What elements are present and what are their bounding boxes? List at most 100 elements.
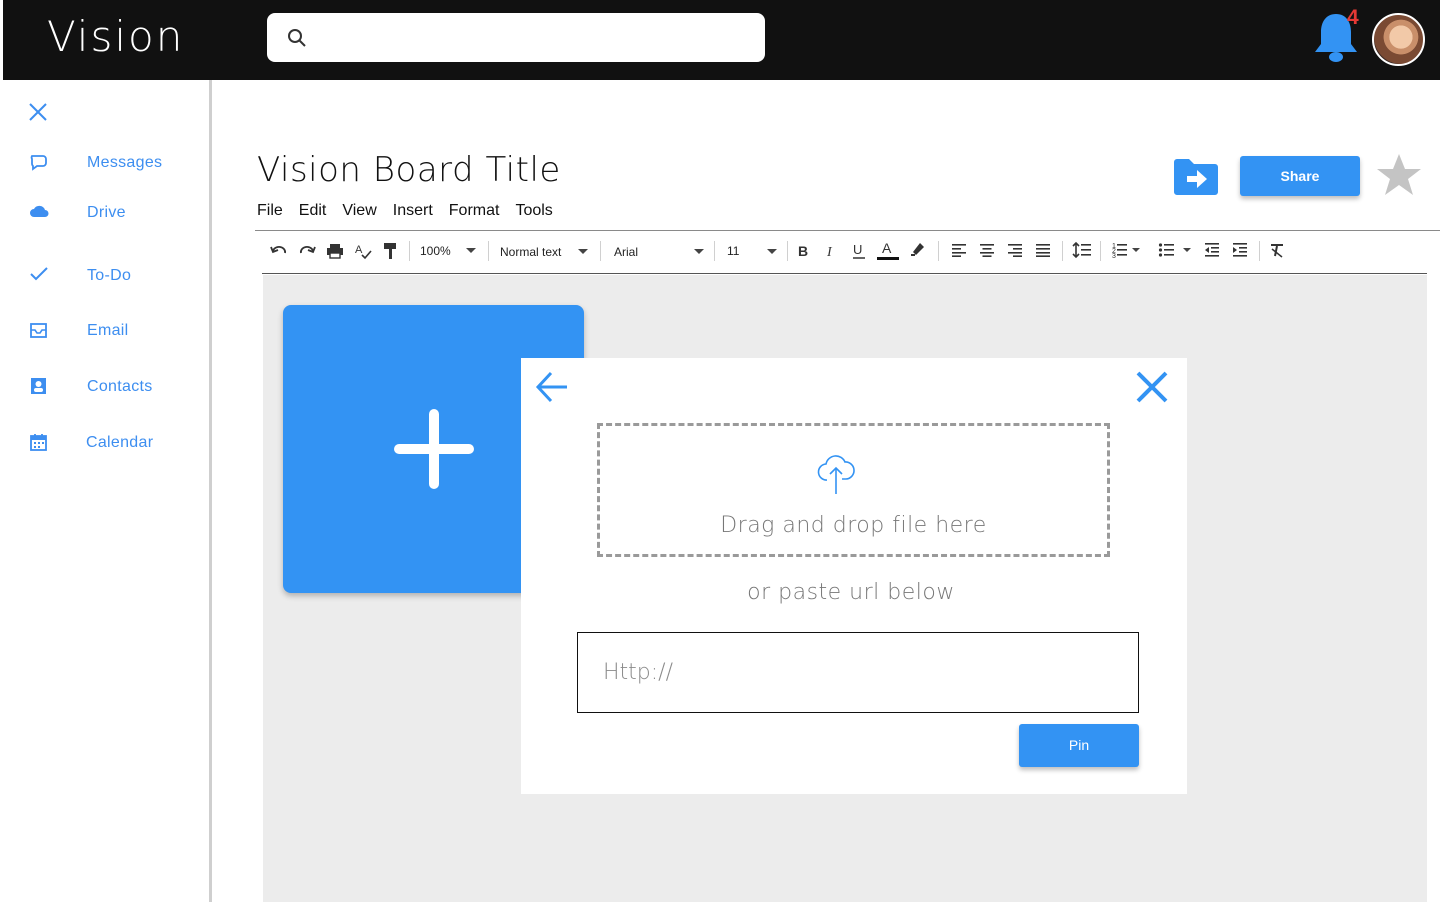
menu-edit[interactable]: Edit xyxy=(299,202,327,220)
decrease-indent-icon[interactable] xyxy=(1204,242,1220,258)
toolbar-separator xyxy=(1062,241,1063,261)
move-to-folder-icon[interactable] xyxy=(1172,156,1220,196)
search-icon xyxy=(288,29,306,47)
menu-view[interactable]: View xyxy=(342,202,376,220)
paragraph-style-value: Normal text xyxy=(500,245,562,259)
sidebar-item-label: Drive xyxy=(87,204,126,221)
dropdown-arrow-icon xyxy=(578,249,588,254)
sidebar-item-calendar[interactable]: Calendar xyxy=(0,429,209,459)
menu-file[interactable]: File xyxy=(257,202,283,220)
svg-text:3: 3 xyxy=(1112,253,1116,259)
toolbar-separator xyxy=(1100,241,1101,261)
svg-text:A: A xyxy=(355,244,363,256)
chat-icon xyxy=(30,155,47,171)
svg-text:I: I xyxy=(826,245,833,259)
pin-button[interactable]: Pin xyxy=(1019,724,1139,767)
font-value: Arial xyxy=(614,245,639,259)
sidebar-item-contacts[interactable]: Contacts xyxy=(0,373,209,403)
toolbar-separator xyxy=(600,241,601,261)
sidebar-item-label: To-Do xyxy=(87,267,132,284)
close-sidebar-icon[interactable] xyxy=(28,102,48,122)
underline-icon[interactable]: U xyxy=(852,242,866,260)
bulleted-list-icon[interactable] xyxy=(1158,241,1192,259)
logo-text: Vision xyxy=(47,12,185,61)
dropdown-arrow-icon xyxy=(466,248,476,253)
user-avatar[interactable] xyxy=(1372,13,1425,66)
search-bar[interactable] xyxy=(267,13,765,62)
sidebar-item-todo[interactable]: To-Do xyxy=(0,262,209,292)
sidebar-item-messages[interactable]: Messages xyxy=(0,149,209,179)
spellcheck-icon[interactable]: A xyxy=(354,242,372,260)
toolbar-separator xyxy=(714,241,715,261)
menu-tools[interactable]: Tools xyxy=(515,202,552,220)
menu-bar: File Edit View Insert Format Tools xyxy=(257,202,569,220)
bold-icon[interactable]: B xyxy=(797,243,811,259)
file-drop-zone[interactable]: Drag and drop file here xyxy=(597,423,1110,557)
undo-icon[interactable] xyxy=(270,244,288,258)
svg-text:A: A xyxy=(882,240,892,256)
align-right-icon[interactable] xyxy=(1007,243,1023,257)
sidebar-item-label: Email xyxy=(87,322,129,339)
menu-insert[interactable]: Insert xyxy=(393,202,433,220)
sidebar-item-label: Calendar xyxy=(86,434,154,451)
document-title[interactable]: Vision Board Title xyxy=(257,150,561,190)
toolbar-separator xyxy=(1259,241,1260,261)
toolbar-divider xyxy=(262,273,1427,274)
svg-text:B: B xyxy=(798,243,808,259)
toolbar-separator xyxy=(938,241,939,261)
menu-format[interactable]: Format xyxy=(449,202,500,220)
header-divider xyxy=(255,230,1440,231)
svg-text:U: U xyxy=(853,242,862,257)
align-justify-icon[interactable] xyxy=(1035,243,1051,257)
toolbar-separator xyxy=(787,241,788,261)
star-icon[interactable] xyxy=(1376,152,1422,198)
share-button[interactable]: Share xyxy=(1240,156,1360,196)
align-left-icon[interactable] xyxy=(951,243,967,257)
text-color-icon[interactable]: A xyxy=(876,239,900,261)
sidebar-item-drive[interactable]: Drive xyxy=(0,199,209,229)
url-input[interactable] xyxy=(577,632,1139,713)
sidebar-item-label: Contacts xyxy=(87,378,153,395)
zoom-value: 100% xyxy=(420,244,451,258)
paragraph-style-select[interactable]: Normal text xyxy=(500,243,590,263)
inbox-icon xyxy=(30,323,47,338)
formatting-toolbar: A 100% Normal text Arial 11 B I U A 123 xyxy=(262,232,1427,272)
check-icon xyxy=(30,267,48,281)
cloud-icon xyxy=(30,205,49,217)
font-select[interactable]: Arial xyxy=(614,243,706,263)
align-center-icon[interactable] xyxy=(979,243,995,257)
zoom-select[interactable]: 100% xyxy=(420,242,480,262)
font-size-value: 11 xyxy=(727,244,740,258)
dropdown-arrow-icon xyxy=(767,249,777,254)
increase-indent-icon[interactable] xyxy=(1232,242,1248,258)
search-input[interactable] xyxy=(317,21,747,54)
redo-icon[interactable] xyxy=(298,244,316,258)
dropdown-arrow-icon xyxy=(694,249,704,254)
sidebar-item-label: Messages xyxy=(87,154,163,171)
notification-badge: 4 xyxy=(1347,6,1359,29)
top-bar: Vision 4 xyxy=(3,0,1440,80)
paint-format-icon[interactable] xyxy=(382,242,398,260)
paste-url-hint: or paste url below xyxy=(747,580,955,605)
toolbar-separator xyxy=(409,241,410,261)
sidebar: Messages Drive To-Do Email Contacts Cale… xyxy=(0,80,212,902)
back-arrow-icon[interactable] xyxy=(535,370,569,404)
cloud-upload-icon xyxy=(817,455,855,494)
add-pin-dialog: Drag and drop file here or paste url bel… xyxy=(521,358,1187,794)
app-logo[interactable]: Vision xyxy=(47,12,184,61)
plus-icon-bar xyxy=(394,444,474,454)
line-spacing-icon[interactable] xyxy=(1072,241,1092,259)
print-icon[interactable] xyxy=(326,243,344,259)
calendar-icon xyxy=(30,434,47,451)
clear-formatting-icon[interactable] xyxy=(1269,242,1285,258)
sidebar-item-email[interactable]: Email xyxy=(0,317,209,347)
italic-icon[interactable]: I xyxy=(825,243,839,259)
close-icon[interactable] xyxy=(1135,370,1169,404)
contact-card-icon xyxy=(31,378,46,394)
numbered-list-icon[interactable]: 123 xyxy=(1112,241,1142,259)
toolbar-separator xyxy=(488,241,489,261)
drop-zone-text: Drag and drop file here xyxy=(720,513,987,538)
logo-mark: Vision xyxy=(47,12,184,61)
highlight-icon[interactable] xyxy=(910,241,926,257)
font-size-select[interactable]: 11 xyxy=(727,242,779,262)
